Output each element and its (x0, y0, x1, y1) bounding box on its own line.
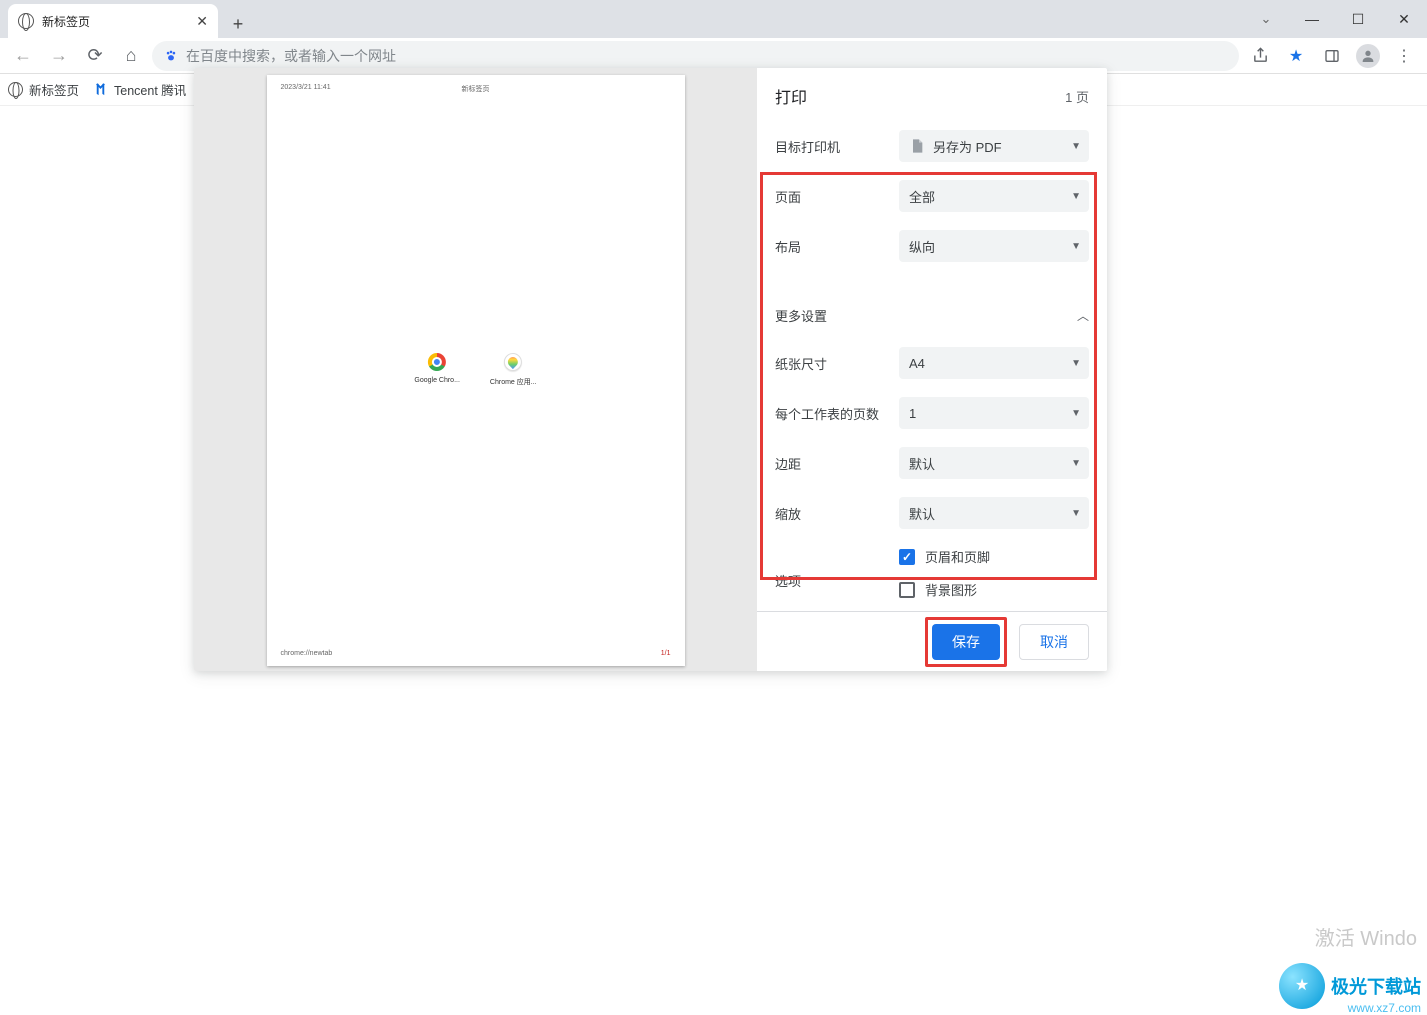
caret-down-icon[interactable]: ⌄ (1243, 0, 1289, 38)
chevron-down-icon: ▼ (1071, 141, 1081, 152)
chrome-icon (428, 353, 446, 371)
setting-layout: 布局 纵向 ▼ (775, 230, 1089, 262)
print-header: 打印 1 页 (775, 84, 1089, 108)
close-window-button[interactable]: ✕ (1381, 0, 1427, 38)
margins-select[interactable]: 默认 ▼ (899, 447, 1089, 479)
site-watermark: 极光下载站 www.xz7.com (1279, 959, 1427, 1013)
checkbox-unchecked-icon[interactable] (899, 582, 915, 598)
forward-button[interactable]: → (44, 41, 74, 71)
back-button[interactable]: ← (8, 41, 38, 71)
pages-select[interactable]: 全部 ▼ (899, 180, 1089, 212)
globe-icon (18, 13, 34, 29)
more-settings-toggle[interactable]: 更多设置 ︿ (775, 298, 1089, 347)
setting-scale: 缩放 默认 ▼ (775, 497, 1089, 529)
watermark-brand: 极光下载站 (1331, 973, 1421, 999)
option-background-graphics[interactable]: 背景图形 (899, 580, 1089, 599)
print-settings-pane: 打印 1 页 目标打印机 另存为 PDF ▼ 页面 (757, 68, 1107, 671)
chevron-down-icon: ▼ (1071, 408, 1081, 419)
setting-paper-size: 纸张尺寸 A4 ▼ (775, 347, 1089, 379)
bookmark-star-icon[interactable]: ★ (1281, 41, 1311, 71)
bookmark-newtab[interactable]: 新标签页 (8, 80, 79, 99)
setting-options: 选项 ✓ 页眉和页脚 背景图形 (775, 547, 1089, 611)
scale-select[interactable]: 默认 ▼ (899, 497, 1089, 529)
tab-close-icon[interactable]: ✕ (196, 13, 208, 30)
option-headers-footers[interactable]: ✓ 页眉和页脚 (899, 547, 1089, 566)
setting-destination: 目标打印机 另存为 PDF ▼ (775, 130, 1089, 162)
setting-pages: 页面 全部 ▼ (775, 180, 1089, 212)
globe-icon (8, 82, 23, 97)
preview-header-date: 2023/3/21 11:41 (281, 84, 331, 91)
side-panel-icon[interactable] (1317, 41, 1347, 71)
preview-shortcut-chrome: Google Chro... (414, 353, 460, 387)
bookmark-label: 新标签页 (29, 80, 79, 99)
preview-footer-url: chrome://newtab (281, 650, 333, 657)
pages-per-sheet-select[interactable]: 1 ▼ (899, 397, 1089, 429)
print-title: 打印 (775, 84, 807, 108)
address-placeholder: 在百度中搜索，或者输入一个网址 (186, 46, 396, 66)
setting-margins: 边距 默认 ▼ (775, 447, 1089, 479)
activate-windows-watermark: 激活 Windo (1315, 922, 1417, 951)
tencent-icon (93, 82, 108, 97)
chevron-up-icon: ︿ (1077, 307, 1089, 324)
tab-title: 新标签页 (42, 13, 90, 30)
profile-avatar[interactable] (1353, 41, 1383, 71)
chevron-down-icon: ▼ (1071, 241, 1081, 252)
chevron-down-icon: ▼ (1071, 508, 1081, 519)
print-preview-page: 2023/3/21 11:41 新标签页 Google Chro... Chro… (267, 75, 685, 666)
minimize-button[interactable]: — (1289, 0, 1335, 38)
chevron-down-icon: ▼ (1071, 191, 1081, 202)
print-dialog: 2023/3/21 11:41 新标签页 Google Chro... Chro… (194, 68, 1107, 671)
highlight-save-box: 保存 (925, 617, 1007, 667)
paper-size-select[interactable]: A4 ▼ (899, 347, 1089, 379)
window-controls: ⌄ — ☐ ✕ (1243, 0, 1427, 38)
address-bar[interactable]: 在百度中搜索，或者输入一个网址 (152, 41, 1239, 71)
aurora-burst-icon (1279, 963, 1325, 1009)
save-button[interactable]: 保存 (932, 624, 1000, 660)
browser-tab[interactable]: 新标签页 ✕ (8, 4, 218, 38)
new-tab-button[interactable]: + (224, 10, 252, 38)
chevron-down-icon: ▼ (1071, 458, 1081, 469)
maximize-button[interactable]: ☐ (1335, 0, 1381, 38)
print-dialog-footer: 保存 取消 (757, 611, 1107, 671)
bookmark-tencent[interactable]: Tencent 腾讯 (93, 80, 186, 99)
baidu-paw-icon (164, 49, 178, 63)
reload-button[interactable]: ⟳ (80, 41, 110, 71)
chevron-down-icon: ▼ (1071, 358, 1081, 369)
print-page-count: 1 页 (1065, 87, 1089, 106)
preview-shortcut-apps: Chrome 应用... (490, 353, 537, 387)
share-icon[interactable] (1245, 41, 1275, 71)
print-preview-pane: 2023/3/21 11:41 新标签页 Google Chro... Chro… (194, 68, 757, 671)
preview-shortcuts: Google Chro... Chrome 应用... (414, 353, 536, 387)
home-button[interactable]: ⌂ (116, 41, 146, 71)
cancel-button[interactable]: 取消 (1019, 624, 1089, 660)
window-titlebar: 新标签页 ✕ + ⌄ — ☐ ✕ (0, 0, 1427, 38)
kebab-menu-icon[interactable]: ⋮ (1389, 41, 1419, 71)
hue-icon (504, 353, 522, 371)
checkbox-checked-icon[interactable]: ✓ (899, 549, 915, 565)
layout-select[interactable]: 纵向 ▼ (899, 230, 1089, 262)
pdf-file-icon (909, 138, 925, 154)
preview-header-title: 新标签页 (462, 84, 490, 94)
destination-select[interactable]: 另存为 PDF ▼ (899, 130, 1089, 162)
preview-footer-page: 1/1 (661, 650, 671, 657)
bookmark-label: Tencent 腾讯 (114, 80, 186, 99)
setting-pages-per-sheet: 每个工作表的页数 1 ▼ (775, 397, 1089, 429)
